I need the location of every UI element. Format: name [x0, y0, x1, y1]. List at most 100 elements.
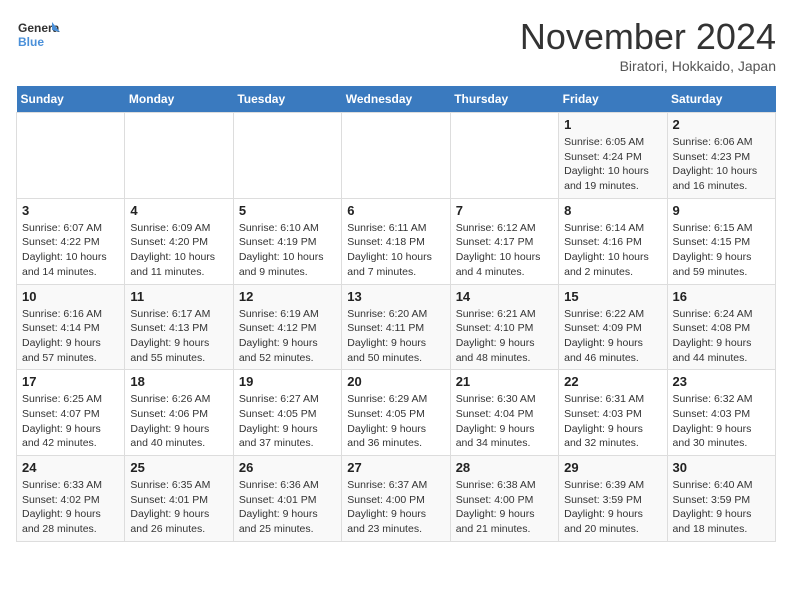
- day-info: Sunrise: 6:38 AMSunset: 4:00 PMDaylight:…: [456, 478, 553, 537]
- day-info: Sunrise: 6:12 AMSunset: 4:17 PMDaylight:…: [456, 221, 553, 280]
- day-number: 21: [456, 374, 553, 389]
- calendar-cell: 25 Sunrise: 6:35 AMSunset: 4:01 PMDayligh…: [125, 456, 233, 542]
- day-info: Sunrise: 6:39 AMSunset: 3:59 PMDaylight:…: [564, 478, 661, 537]
- day-info: Sunrise: 6:27 AMSunset: 4:05 PMDaylight:…: [239, 392, 336, 451]
- day-number: 1: [564, 117, 661, 132]
- day-info: Sunrise: 6:05 AMSunset: 4:24 PMDaylight:…: [564, 135, 661, 194]
- calendar-cell: 10Sunrise: 6:16 AMSunset: 4:14 PMDayligh…: [17, 284, 125, 370]
- calendar-cell: 13 Sunrise: 6:20 AMSunset: 4:11 PMDayligh…: [342, 284, 450, 370]
- day-number: 24: [22, 460, 119, 475]
- svg-text:Blue: Blue: [18, 35, 44, 49]
- day-number: 23: [673, 374, 770, 389]
- weekday-header: Thursday: [450, 86, 558, 113]
- calendar-week-row: 1 Sunrise: 6:05 AMSunset: 4:24 PMDaylight…: [17, 113, 776, 199]
- calendar-week-row: 17 Sunrise: 6:25 AMSunset: 4:07 PMDayligh…: [17, 370, 776, 456]
- day-info: Sunrise: 6:21 AMSunset: 4:10 PMDaylight:…: [456, 307, 553, 366]
- calendar-cell: [233, 113, 341, 199]
- day-number: 7: [456, 203, 553, 218]
- day-number: 20: [347, 374, 444, 389]
- day-number: 19: [239, 374, 336, 389]
- calendar-cell: 19 Sunrise: 6:27 AMSunset: 4:05 PMDayligh…: [233, 370, 341, 456]
- weekday-header: Monday: [125, 86, 233, 113]
- weekday-header: Wednesday: [342, 86, 450, 113]
- day-info: Sunrise: 6:14 AMSunset: 4:16 PMDaylight:…: [564, 221, 661, 280]
- day-info: Sunrise: 6:24 AMSunset: 4:08 PMDaylight:…: [673, 307, 770, 366]
- day-info: Sunrise: 6:32 AMSunset: 4:03 PMDaylight:…: [673, 392, 770, 451]
- day-info: Sunrise: 6:15 AMSunset: 4:15 PMDaylight:…: [673, 221, 770, 280]
- day-info: Sunrise: 6:30 AMSunset: 4:04 PMDaylight:…: [456, 392, 553, 451]
- day-number: 29: [564, 460, 661, 475]
- day-number: 22: [564, 374, 661, 389]
- calendar-cell: 23 Sunrise: 6:32 AMSunset: 4:03 PMDayligh…: [667, 370, 775, 456]
- calendar-cell: [450, 113, 558, 199]
- day-info: Sunrise: 6:17 AMSunset: 4:13 PMDaylight:…: [130, 307, 227, 366]
- weekday-header: Sunday: [17, 86, 125, 113]
- calendar-cell: [17, 113, 125, 199]
- day-info: Sunrise: 6:29 AMSunset: 4:05 PMDaylight:…: [347, 392, 444, 451]
- day-number: 15: [564, 289, 661, 304]
- calendar-cell: 5 Sunrise: 6:10 AMSunset: 4:19 PMDaylight…: [233, 198, 341, 284]
- day-number: 8: [564, 203, 661, 218]
- calendar-week-row: 3 Sunrise: 6:07 AMSunset: 4:22 PMDaylight…: [17, 198, 776, 284]
- calendar-cell: 11 Sunrise: 6:17 AMSunset: 4:13 PMDayligh…: [125, 284, 233, 370]
- calendar-cell: 8 Sunrise: 6:14 AMSunset: 4:16 PMDaylight…: [559, 198, 667, 284]
- weekday-header-row: SundayMondayTuesdayWednesdayThursdayFrid…: [17, 86, 776, 113]
- day-info: Sunrise: 6:16 AMSunset: 4:14 PMDaylight:…: [22, 307, 119, 366]
- day-info: Sunrise: 6:11 AMSunset: 4:18 PMDaylight:…: [347, 221, 444, 280]
- calendar-cell: 12Sunrise: 6:19 AMSunset: 4:12 PMDayligh…: [233, 284, 341, 370]
- calendar-cell: 26Sunrise: 6:36 AMSunset: 4:01 PMDayligh…: [233, 456, 341, 542]
- day-info: Sunrise: 6:07 AMSunset: 4:22 PMDaylight:…: [22, 221, 119, 280]
- day-info: Sunrise: 6:31 AMSunset: 4:03 PMDaylight:…: [564, 392, 661, 451]
- calendar-cell: [342, 113, 450, 199]
- calendar-cell: 14 Sunrise: 6:21 AMSunset: 4:10 PMDayligh…: [450, 284, 558, 370]
- calendar-cell: 16 Sunrise: 6:24 AMSunset: 4:08 PMDayligh…: [667, 284, 775, 370]
- day-info: Sunrise: 6:19 AMSunset: 4:12 PMDaylight:…: [239, 307, 336, 366]
- day-number: 17: [22, 374, 119, 389]
- calendar-cell: 3 Sunrise: 6:07 AMSunset: 4:22 PMDaylight…: [17, 198, 125, 284]
- month-title: November 2024: [520, 16, 776, 58]
- weekday-header: Tuesday: [233, 86, 341, 113]
- day-number: 18: [130, 374, 227, 389]
- title-block: November 2024 Biratori, Hokkaido, Japan: [520, 16, 776, 74]
- day-info: Sunrise: 6:25 AMSunset: 4:07 PMDaylight:…: [22, 392, 119, 451]
- calendar-cell: 27Sunrise: 6:37 AMSunset: 4:00 PMDayligh…: [342, 456, 450, 542]
- calendar-cell: 18 Sunrise: 6:26 AMSunset: 4:06 PMDayligh…: [125, 370, 233, 456]
- calendar-week-row: 24 Sunrise: 6:33 AMSunset: 4:02 PMDayligh…: [17, 456, 776, 542]
- day-info: Sunrise: 6:26 AMSunset: 4:06 PMDaylight:…: [130, 392, 227, 451]
- day-number: 4: [130, 203, 227, 218]
- calendar-cell: 1 Sunrise: 6:05 AMSunset: 4:24 PMDaylight…: [559, 113, 667, 199]
- calendar-week-row: 10Sunrise: 6:16 AMSunset: 4:14 PMDayligh…: [17, 284, 776, 370]
- logo: General Blue: [16, 16, 60, 60]
- calendar-cell: 15Sunrise: 6:22 AMSunset: 4:09 PMDayligh…: [559, 284, 667, 370]
- day-number: 14: [456, 289, 553, 304]
- day-number: 13: [347, 289, 444, 304]
- location-subtitle: Biratori, Hokkaido, Japan: [520, 58, 776, 74]
- calendar-cell: 29 Sunrise: 6:39 AMSunset: 3:59 PMDayligh…: [559, 456, 667, 542]
- day-info: Sunrise: 6:35 AMSunset: 4:01 PMDaylight:…: [130, 478, 227, 537]
- logo-icon: General Blue: [16, 16, 60, 60]
- day-info: Sunrise: 6:40 AMSunset: 3:59 PMDaylight:…: [673, 478, 770, 537]
- calendar-cell: 2Sunrise: 6:06 AMSunset: 4:23 PMDaylight…: [667, 113, 775, 199]
- calendar-cell: 20 Sunrise: 6:29 AMSunset: 4:05 PMDayligh…: [342, 370, 450, 456]
- calendar-cell: 22 Sunrise: 6:31 AMSunset: 4:03 PMDayligh…: [559, 370, 667, 456]
- calendar-cell: 6Sunrise: 6:11 AMSunset: 4:18 PMDaylight…: [342, 198, 450, 284]
- day-number: 27: [347, 460, 444, 475]
- day-number: 16: [673, 289, 770, 304]
- calendar-cell: 4 Sunrise: 6:09 AMSunset: 4:20 PMDaylight…: [125, 198, 233, 284]
- day-number: 11: [130, 289, 227, 304]
- day-number: 3: [22, 203, 119, 218]
- day-info: Sunrise: 6:09 AMSunset: 4:20 PMDaylight:…: [130, 221, 227, 280]
- day-info: Sunrise: 6:20 AMSunset: 4:11 PMDaylight:…: [347, 307, 444, 366]
- day-number: 26: [239, 460, 336, 475]
- calendar-cell: 17 Sunrise: 6:25 AMSunset: 4:07 PMDayligh…: [17, 370, 125, 456]
- calendar-cell: 30Sunrise: 6:40 AMSunset: 3:59 PMDayligh…: [667, 456, 775, 542]
- day-info: Sunrise: 6:33 AMSunset: 4:02 PMDaylight:…: [22, 478, 119, 537]
- weekday-header: Friday: [559, 86, 667, 113]
- day-number: 25: [130, 460, 227, 475]
- calendar-cell: 24 Sunrise: 6:33 AMSunset: 4:02 PMDayligh…: [17, 456, 125, 542]
- calendar-table: SundayMondayTuesdayWednesdayThursdayFrid…: [16, 86, 776, 542]
- day-info: Sunrise: 6:06 AMSunset: 4:23 PMDaylight:…: [673, 135, 770, 194]
- day-number: 5: [239, 203, 336, 218]
- weekday-header: Saturday: [667, 86, 775, 113]
- day-info: Sunrise: 6:10 AMSunset: 4:19 PMDaylight:…: [239, 221, 336, 280]
